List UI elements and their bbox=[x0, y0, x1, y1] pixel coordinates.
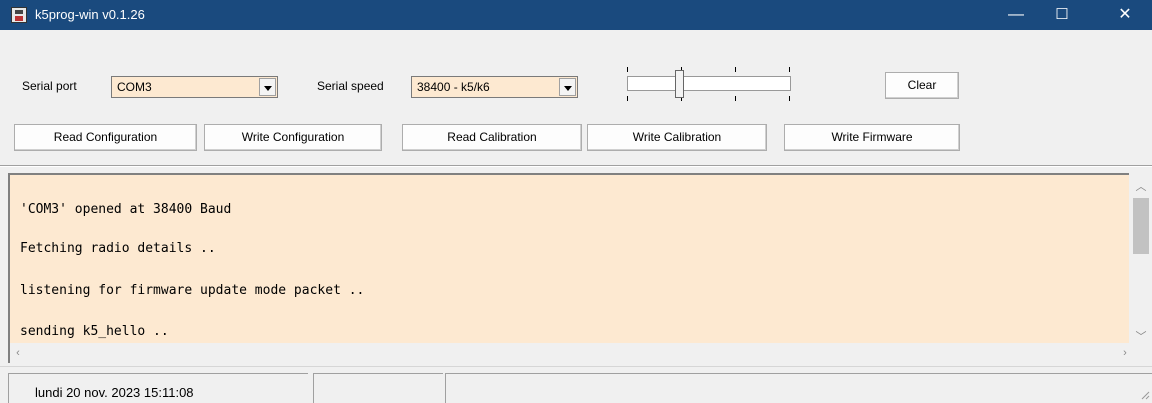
slider-tick bbox=[627, 67, 628, 72]
scroll-left-icon[interactable]: ‹ bbox=[13, 347, 23, 359]
write-firmware-button[interactable]: Write Firmware bbox=[784, 124, 960, 151]
log-output[interactable]: 'COM3' opened at 38400 Baud Fetching rad… bbox=[8, 173, 1129, 343]
read-calibration-button[interactable]: Read Calibration bbox=[402, 124, 582, 151]
clear-button[interactable]: Clear bbox=[885, 72, 959, 99]
horizontal-scrollbar[interactable] bbox=[8, 343, 1152, 363]
slider-tick bbox=[735, 67, 736, 72]
log-line: 'COM3' opened at 38400 Baud bbox=[20, 202, 232, 217]
log-line: sending k5_hello .. bbox=[20, 324, 169, 339]
app-icon bbox=[11, 7, 27, 23]
slider-tick bbox=[735, 96, 736, 101]
resize-grip-icon[interactable] bbox=[1138, 388, 1150, 400]
minimize-button[interactable]: — bbox=[993, 0, 1039, 30]
slider-track[interactable] bbox=[627, 76, 791, 91]
scroll-right-icon[interactable]: › bbox=[1120, 347, 1130, 359]
chevron-down-icon[interactable] bbox=[259, 78, 276, 96]
scroll-down-icon[interactable]: ﹀ bbox=[1135, 328, 1147, 344]
serial-port-label: Serial port bbox=[22, 79, 77, 93]
log-line: Fetching radio details .. bbox=[20, 241, 216, 256]
divider bbox=[0, 165, 1152, 167]
serial-speed-select[interactable]: 38400 - k5/k6 bbox=[411, 76, 578, 98]
slider-tick bbox=[627, 96, 628, 101]
write-calibration-button[interactable]: Write Calibration bbox=[587, 124, 767, 151]
status-datetime: lundi 20 nov. 2023 15:11:08 bbox=[35, 385, 194, 400]
status-panel bbox=[445, 373, 1152, 403]
maximize-button[interactable]: ☐ bbox=[1039, 0, 1085, 30]
title-bar: k5prog-win v0.1.26 — ☐ ✕ bbox=[0, 0, 1152, 30]
serial-speed-value: 38400 - k5/k6 bbox=[417, 80, 490, 94]
window-title: k5prog-win v0.1.26 bbox=[35, 7, 145, 22]
slider-tick bbox=[789, 96, 790, 101]
close-button[interactable]: ✕ bbox=[1102, 0, 1148, 30]
serial-port-select[interactable]: COM3 bbox=[111, 76, 278, 98]
slider-thumb[interactable] bbox=[675, 70, 684, 98]
read-configuration-button[interactable]: Read Configuration bbox=[14, 124, 197, 151]
status-panel bbox=[313, 373, 443, 403]
scroll-up-icon[interactable]: ︿ bbox=[1135, 178, 1147, 194]
chevron-down-icon[interactable] bbox=[559, 78, 576, 96]
log-line: listening for firmware update mode packe… bbox=[20, 283, 365, 298]
write-configuration-button[interactable]: Write Configuration bbox=[204, 124, 382, 151]
vertical-scroll-thumb[interactable] bbox=[1133, 198, 1149, 254]
serial-port-value: COM3 bbox=[117, 80, 152, 94]
serial-speed-label: Serial speed bbox=[317, 79, 384, 93]
slider-tick bbox=[789, 67, 790, 72]
